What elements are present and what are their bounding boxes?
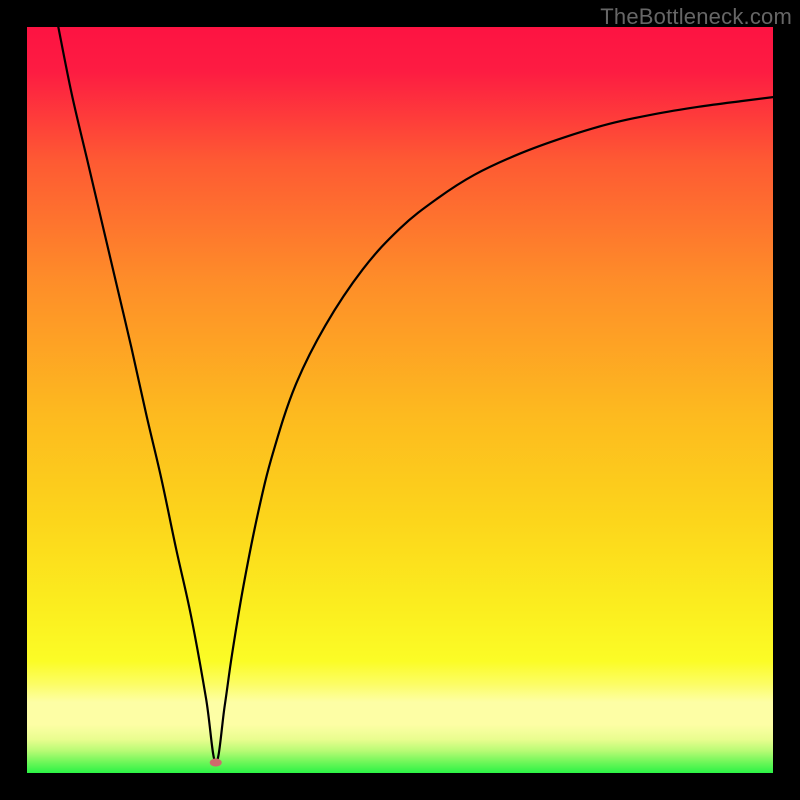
bottleneck-chart xyxy=(27,27,773,773)
minimum-marker xyxy=(210,759,222,767)
chart-frame xyxy=(27,27,773,773)
watermark-text: TheBottleneck.com xyxy=(600,4,792,30)
gradient-background xyxy=(27,27,773,773)
